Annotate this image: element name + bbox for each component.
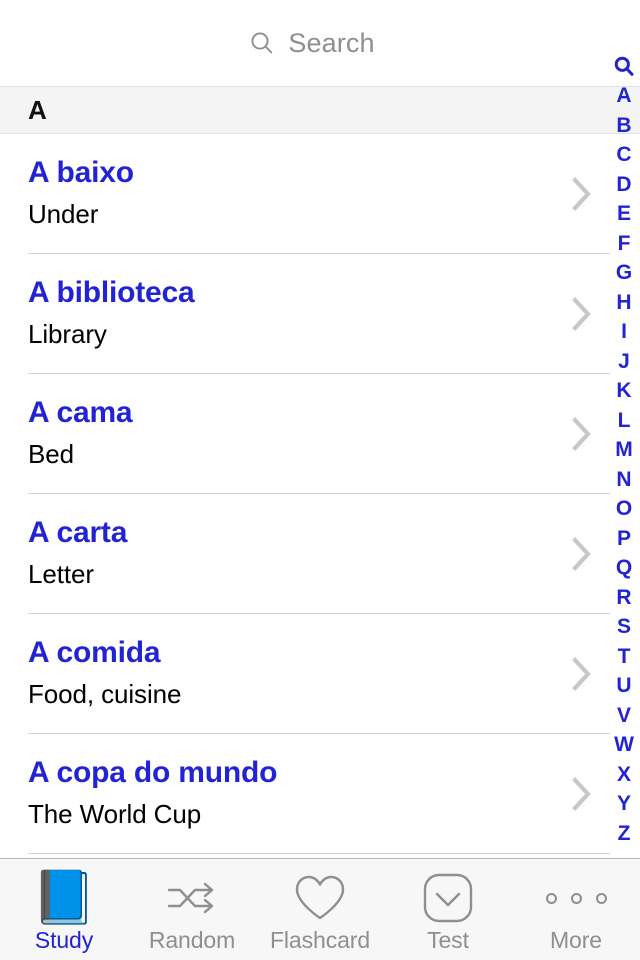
tab-study[interactable]: 📘 Study — [0, 859, 128, 960]
search-bar[interactable]: Search — [0, 0, 640, 86]
list-item-title: A comida — [28, 636, 161, 669]
index-letter-r[interactable]: R — [608, 583, 640, 613]
list-item-subtitle: Food, cuisine — [28, 679, 182, 709]
index-letter-u[interactable]: U — [608, 671, 640, 701]
list-item-title: A copa do mundo — [28, 756, 278, 789]
index-letter-j[interactable]: J — [608, 347, 640, 377]
index-letter-g[interactable]: G — [608, 258, 640, 288]
list-item-subtitle: Library — [28, 319, 107, 349]
tab-flashcard[interactable]: Flashcard — [256, 859, 384, 960]
check-square-icon — [423, 870, 473, 926]
search-field[interactable]: Search — [249, 28, 374, 59]
index-search-icon[interactable] — [613, 55, 635, 81]
index-letter-z[interactable]: Z — [608, 819, 640, 849]
index-letter-n[interactable]: N — [608, 465, 640, 495]
list-item[interactable]: A cama Bed — [0, 374, 640, 494]
list-item[interactable]: A copa do mundo The World Cup — [0, 734, 640, 854]
list-item-subtitle: Under — [28, 199, 99, 229]
index-letter-b[interactable]: B — [608, 111, 640, 141]
list-item-title: A baixo — [28, 156, 134, 189]
index-letter-a[interactable]: A — [608, 81, 640, 111]
tab-label: Study — [34, 927, 94, 953]
index-letter-v[interactable]: V — [608, 701, 640, 731]
index-letter-i[interactable]: I — [608, 317, 640, 347]
search-input-placeholder[interactable]: Search — [288, 28, 374, 59]
list-item-title: A biblioteca — [28, 276, 195, 309]
index-letter-t[interactable]: T — [608, 642, 640, 672]
list-item[interactable]: A carta Letter — [0, 494, 640, 614]
tab-test[interactable]: Test — [384, 859, 512, 960]
heart-icon — [294, 870, 346, 926]
section-header-label: A — [28, 94, 47, 125]
list-item[interactable]: A baixo Under — [0, 134, 640, 254]
shuffle-icon — [165, 870, 219, 926]
index-letter-e[interactable]: E — [608, 199, 640, 229]
list-item-subtitle: Bed — [28, 439, 74, 469]
index-letter-d[interactable]: D — [608, 170, 640, 200]
section-header: A — [0, 86, 640, 134]
list-item[interactable]: A comida Food, cuisine — [0, 614, 640, 734]
index-letter-p[interactable]: P — [608, 524, 640, 554]
index-letter-y[interactable]: Y — [608, 789, 640, 819]
tab-label: Random — [148, 927, 236, 953]
tab-bar: 📘 Study Random Flashcard Test More — [0, 858, 640, 960]
vocabulary-list: A baixo Under A biblioteca Library A cama Bed… — [0, 134, 640, 854]
index-letter-c[interactable]: C — [608, 140, 640, 170]
tab-label: Test — [427, 927, 469, 953]
list-item[interactable]: A biblioteca Library — [0, 254, 640, 374]
index-letter-m[interactable]: M — [608, 435, 640, 465]
index-letter-x[interactable]: X — [608, 760, 640, 790]
index-letter-k[interactable]: K — [608, 376, 640, 406]
search-icon — [249, 30, 275, 56]
list-item-title: A carta — [28, 516, 128, 549]
list-separator — [28, 853, 610, 854]
alphabet-index-bar[interactable]: ABCDEFGHIJKLMNOPQRSTUVWXYZ — [608, 55, 640, 848]
list-item-subtitle: Letter — [28, 559, 94, 589]
index-letter-o[interactable]: O — [608, 494, 640, 524]
index-letter-h[interactable]: H — [608, 288, 640, 318]
index-letter-s[interactable]: S — [608, 612, 640, 642]
list-item-title: A cama — [28, 396, 133, 429]
tab-random[interactable]: Random — [128, 859, 256, 960]
tab-label: More — [549, 927, 602, 953]
ellipsis-icon — [545, 870, 607, 926]
tab-more[interactable]: More — [512, 859, 640, 960]
index-letter-w[interactable]: W — [608, 730, 640, 760]
tab-label: Flashcard — [269, 927, 371, 953]
index-letter-f[interactable]: F — [608, 229, 640, 259]
index-letter-q[interactable]: Q — [608, 553, 640, 583]
book-icon: 📘 — [31, 869, 97, 927]
list-item-subtitle: The World Cup — [28, 799, 202, 829]
index-letter-l[interactable]: L — [608, 406, 640, 436]
